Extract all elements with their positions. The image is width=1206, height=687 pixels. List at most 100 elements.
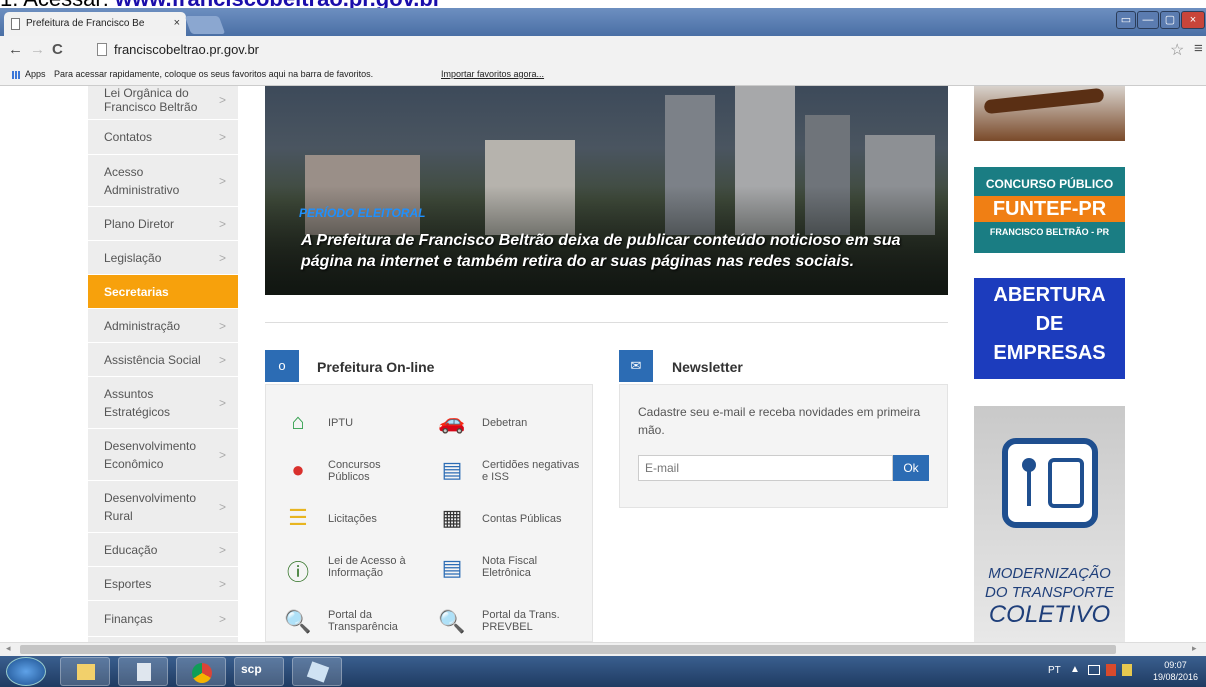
sidebar-item-label: Desenvolvimento Econômico bbox=[104, 438, 197, 471]
tab-close-icon[interactable]: × bbox=[174, 17, 180, 29]
online-item-portal-prevbel[interactable]: 🔍 Portal da Trans. PREVBEL bbox=[438, 607, 588, 641]
system-clock[interactable]: 09:07 19/08/2016 bbox=[1153, 659, 1198, 683]
minimize-button[interactable]: — bbox=[1137, 11, 1159, 29]
scroll-left-icon[interactable]: ◂ bbox=[6, 643, 11, 654]
taskbar-chrome[interactable] bbox=[176, 657, 226, 686]
folder-icon bbox=[77, 664, 95, 680]
online-item-contas-publicas[interactable]: ▦ Contas Públicas bbox=[438, 503, 588, 533]
invoice-icon: ▤ bbox=[441, 555, 463, 580]
taskbar-recycle[interactable] bbox=[118, 657, 168, 686]
new-tab-button[interactable] bbox=[184, 16, 226, 34]
online-item-lei-acesso[interactable]: ⓘ Lei de Acesso à Informação bbox=[284, 551, 434, 587]
sidebar-item-label: Educação bbox=[104, 542, 158, 557]
online-item-portal-transparencia[interactable]: 🔍 Portal da Transparência bbox=[284, 607, 434, 641]
heading-prefix: 1. Acessar: bbox=[0, 0, 115, 8]
star-icon[interactable]: ☆ bbox=[1170, 40, 1184, 60]
maximize-button[interactable]: ▢ bbox=[1160, 11, 1180, 29]
taskbar-scp[interactable]: scp bbox=[234, 657, 284, 686]
taskbar-file-explorer[interactable] bbox=[60, 657, 110, 686]
forward-arrow-icon[interactable]: → bbox=[30, 41, 45, 58]
start-button[interactable] bbox=[6, 657, 46, 686]
heading-url-link[interactable]: www.franciscobeltrao.pr.gov.br bbox=[115, 0, 441, 8]
ad-transporte-coletivo[interactable]: MODERNIZAÇÃO DO TRANSPORTE COLETIVO bbox=[974, 406, 1125, 642]
sidebar-item-plano-diretor[interactable]: Plano Diretor > bbox=[88, 207, 238, 241]
tray-expand-icon[interactable]: ▲ bbox=[1070, 664, 1080, 675]
online-item-label: Nota Fiscal Eletrônica bbox=[482, 555, 538, 579]
language-indicator[interactable]: PT bbox=[1048, 665, 1061, 676]
newsletter-description: Cadastre seu e-mail e receba novidades e… bbox=[638, 405, 921, 437]
chevron-right-icon: > bbox=[218, 216, 226, 231]
sidebar-item-lei-organica[interactable]: Lei Orgânica do Francisco Beltrão > bbox=[88, 86, 238, 120]
flag-icon[interactable] bbox=[1122, 664, 1132, 676]
chevron-right-icon: > bbox=[218, 92, 226, 107]
ad-abertura-line1: ABERTURA bbox=[993, 284, 1106, 306]
scrollbar-thumb[interactable] bbox=[20, 645, 1116, 654]
online-item-label: Concursos Públicos bbox=[328, 459, 381, 483]
search-icon: 🔍 bbox=[284, 609, 312, 634]
chevron-right-icon: > bbox=[218, 250, 226, 265]
scroll-right-icon[interactable]: ▸ bbox=[1192, 643, 1197, 654]
ad-abertura-line2: DE bbox=[1035, 313, 1064, 335]
newsletter-submit-button[interactable]: Ok bbox=[893, 455, 929, 481]
chevron-right-icon: > bbox=[218, 173, 226, 188]
import-bookmarks-link[interactable]: Importar favoritos agora... bbox=[441, 69, 544, 79]
app-icon bbox=[306, 661, 330, 683]
online-item-concursos[interactable]: ● Concursos Públicos bbox=[284, 453, 434, 489]
page-icon bbox=[97, 43, 107, 56]
chevron-right-icon: > bbox=[218, 576, 226, 591]
online-item-licitacoes[interactable]: ☰ Licitações bbox=[284, 503, 434, 533]
newsletter-title: Newsletter bbox=[672, 359, 743, 375]
sidebar-item-legislacao[interactable]: Legislação > bbox=[88, 241, 238, 275]
online-item-debetran[interactable]: 🚗 Debetran bbox=[438, 407, 588, 437]
horizontal-scrollbar[interactable]: ◂ ▸ bbox=[0, 642, 1206, 656]
taskbar-app[interactable] bbox=[292, 657, 342, 686]
sidebar-item-label: Secretarias bbox=[104, 284, 169, 299]
sidebar-item-label: Acesso Administrativo bbox=[104, 164, 180, 197]
sidebar-item-desenvolvimento-rural[interactable]: Desenvolvimento Rural > bbox=[88, 481, 238, 533]
gavel-icon bbox=[983, 87, 1105, 115]
sidebar-item-label: Contatos bbox=[104, 130, 153, 144]
apps-link[interactable]: Apps bbox=[25, 69, 46, 79]
reload-icon[interactable]: C bbox=[52, 41, 63, 58]
sidebar-item-contatos[interactable]: Contatos > bbox=[88, 120, 238, 155]
banner-tag: PERÍODO ELEITORAL bbox=[299, 206, 426, 220]
sidebar-item-acesso-administrativo[interactable]: Acesso Administrativo > bbox=[88, 155, 238, 207]
bus-stop-icon bbox=[1002, 438, 1098, 528]
sidebar-item-label: Plano Diretor bbox=[104, 216, 175, 231]
chevron-right-icon: > bbox=[218, 447, 226, 462]
sidebar-item-label: Desenvolvimento Rural bbox=[104, 490, 197, 523]
chevron-right-icon: > bbox=[218, 542, 226, 557]
sidebar-item-label: Finanças bbox=[104, 611, 153, 626]
address-bar[interactable]: franciscobeltrao.pr.gov.br bbox=[114, 42, 259, 57]
browser-tab[interactable]: Prefeitura de Francisco Be × bbox=[4, 12, 186, 36]
chevron-right-icon: > bbox=[218, 130, 226, 144]
ad-abertura-empresas[interactable]: ABERTURA DE EMPRESAS bbox=[974, 278, 1125, 379]
calculator-icon: ▦ bbox=[441, 505, 463, 530]
sidebar-item-secretarias[interactable]: Secretarias bbox=[88, 275, 238, 309]
back-arrow-icon[interactable]: ← bbox=[8, 41, 23, 58]
sidebar-item-desenvolvimento-economico[interactable]: Desenvolvimento Econômico > bbox=[88, 429, 238, 481]
info-icon: ⓘ bbox=[286, 560, 309, 585]
restore-icon[interactable]: ▭ bbox=[1116, 11, 1136, 29]
close-window-button[interactable]: × bbox=[1181, 11, 1205, 29]
sidebar-item-educacao[interactable]: Educação > bbox=[88, 533, 238, 567]
ad-gavel-banner[interactable] bbox=[974, 86, 1125, 141]
online-item-nota-fiscal[interactable]: ▤ Nota Fiscal Eletrônica bbox=[438, 551, 588, 587]
apps-grid-icon[interactable] bbox=[12, 71, 21, 79]
sidebar-item-label: Legislação bbox=[104, 250, 162, 265]
network-icon[interactable] bbox=[1088, 665, 1100, 675]
sidebar-item-assuntos-estrategicos[interactable]: Assuntos Estratégicos > bbox=[88, 377, 238, 429]
sidebar-item-esportes[interactable]: Esportes > bbox=[88, 567, 238, 601]
online-item-certidoes[interactable]: ▤ Certidões negativas e ISS bbox=[438, 453, 588, 489]
volume-icon[interactable] bbox=[1106, 664, 1116, 676]
sidebar-item-administracao[interactable]: Administração > bbox=[88, 309, 238, 343]
sidebar-item-financas[interactable]: Finanças > bbox=[88, 601, 238, 637]
sidebar-item-assistencia-social[interactable]: Assistência Social > bbox=[88, 343, 238, 377]
ad-transporte-line2: DO TRANSPORTE bbox=[985, 584, 1114, 601]
bookmarks-bar: Apps Para acessar rapidamente, coloque o… bbox=[0, 64, 1206, 86]
online-item-iptu[interactable]: ⌂ IPTU bbox=[284, 407, 434, 437]
email-input[interactable] bbox=[638, 455, 893, 481]
menu-icon[interactable]: ≡ bbox=[1194, 40, 1203, 57]
news-banner[interactable]: PERÍODO ELEITORAL A Prefeitura de Franci… bbox=[265, 86, 948, 295]
ad-concurso-publico[interactable]: CONCURSO PÚBLICO FUNTEF-PR FRANCISCO BEL… bbox=[974, 167, 1125, 253]
